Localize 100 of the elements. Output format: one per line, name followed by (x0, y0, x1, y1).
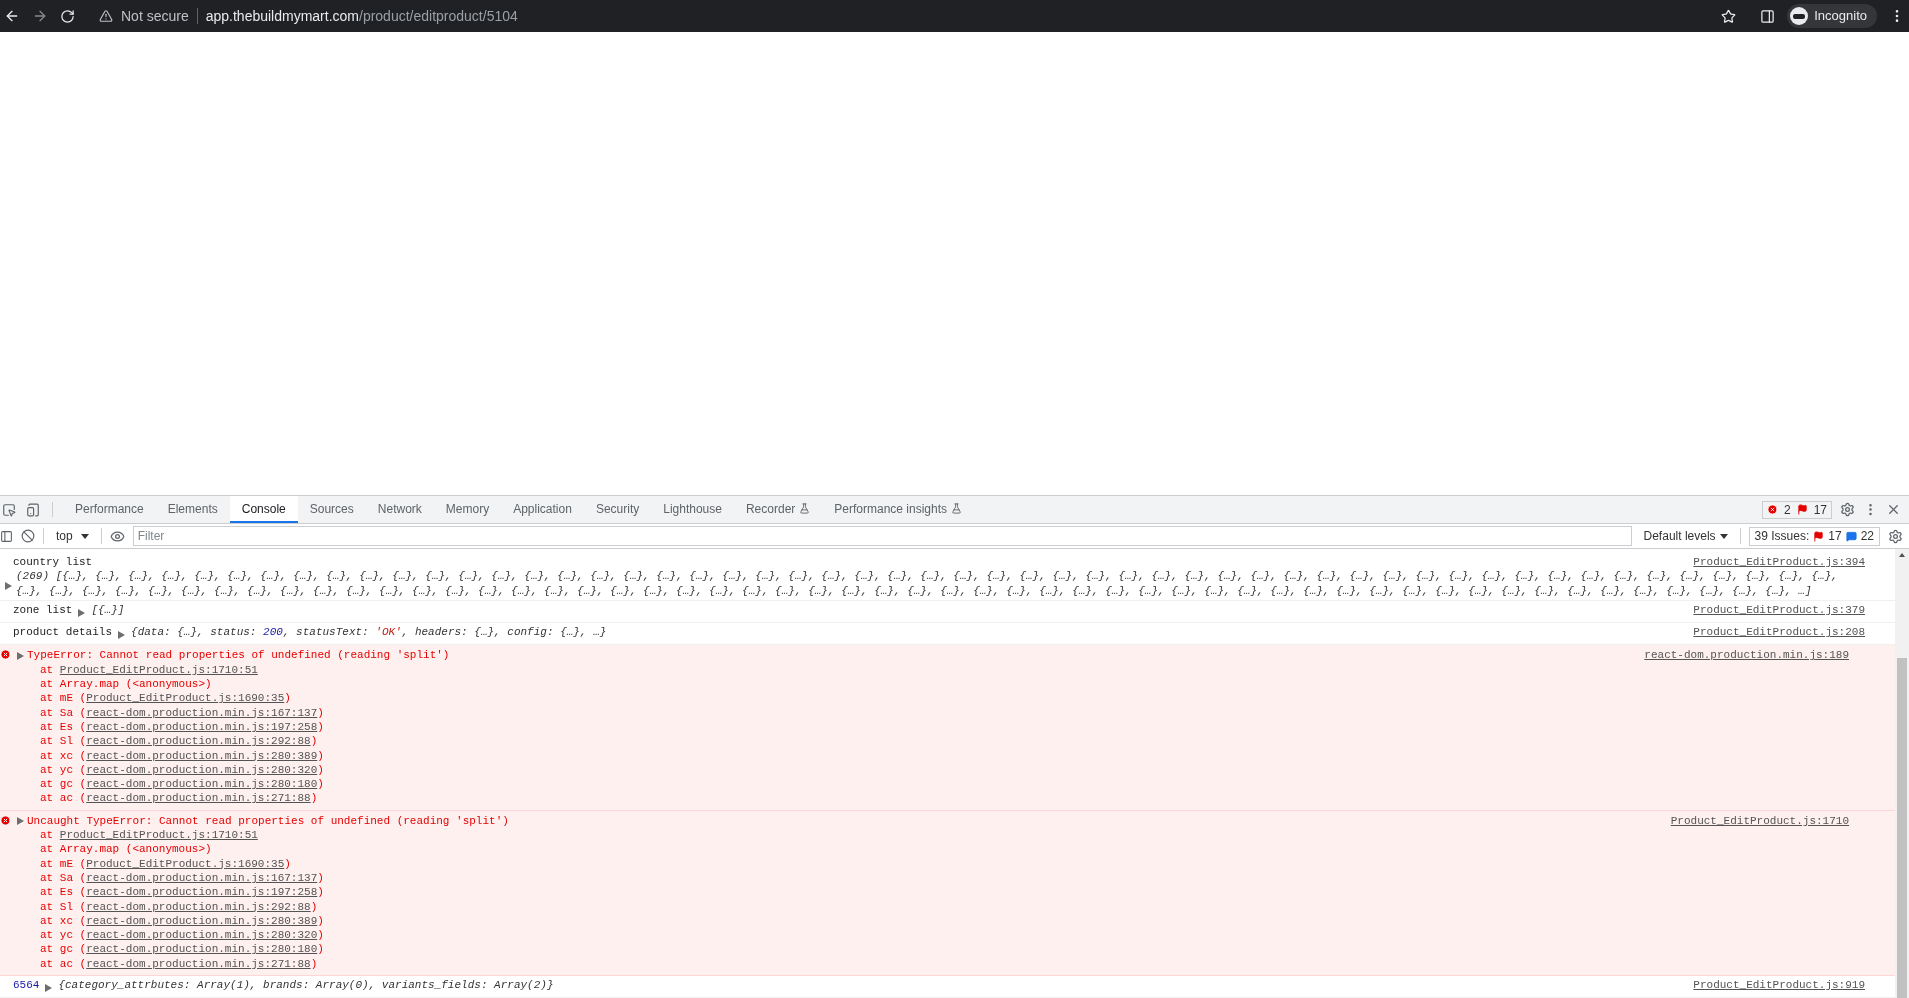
stack-link[interactable]: react-dom.production.min.js:280:180 (86, 778, 318, 791)
stack-frame: at Product_EditProduct.js:1710:51 (40, 662, 1629, 678)
settings-icon[interactable] (1840, 502, 1855, 517)
stack-frame: at Sl (react-dom.production.min.js:292:88) (40, 899, 1655, 914)
stack-frame: at Array.map (<anonymous>) (40, 677, 1629, 692)
devtools-tab[interactable]: Memory (433, 496, 502, 523)
source-link[interactable]: Product_EditProduct.js:379 (1693, 602, 1865, 618)
error-count: 2 (1783, 501, 1791, 519)
source-link[interactable]: Product_EditProduct.js:208 (1693, 625, 1865, 640)
filter-field[interactable]: Filter (132, 526, 1632, 546)
flask-icon (951, 503, 963, 514)
stack-link[interactable]: react-dom.production.min.js:292:88 (86, 900, 311, 913)
inspect-icon[interactable] (2, 502, 16, 517)
stack-link[interactable]: react-dom.production.min.js:292:88 (86, 735, 311, 748)
stack-link[interactable]: react-dom.production.min.js:271:88 (86, 792, 311, 805)
stack-frame: at gc (react-dom.production.min.js:280:180) (40, 942, 1655, 957)
error-icon (0, 814, 11, 826)
devtools-tab[interactable]: Console (229, 496, 298, 523)
devtools-tab[interactable]: Recorder (733, 496, 823, 523)
sidebar-toggle-icon[interactable] (0, 529, 13, 543)
source-link[interactable]: react-dom.production.min.js:189 (1644, 648, 1849, 663)
stack-frame: at ac (react-dom.production.min.js:271:88) (40, 956, 1655, 971)
object-preview[interactable]: (269) [{…}, {…}, {…}, {…}, {…}, {…}, {…}, {…}, {…}, {…}, {…}, {…}, {…}, {…}, {…}, {…}, {…}, {…}, {…}, {…}, {…}, {…}, {…}, {…}, {…}, {…}, {…}, {…}, {…}, {…}, {…}, {…}, {…}, {…}, {…}, {…}, {…}, {…}, {…}, {…}, {…}, {…}, {…}, {…}, {…}, {…}, {…}, {…}, {…}, {…}, {…}, {…}, {…}, {…}, {…}, {…}, {…}, {…}, {…}, {…}, {…}, {…}, {…}, {…}, {…}, {…}, {…}, {…}, {…}, {…}, {…}, {…}, {…}, {…}, {…}, {…}, {…}, {…}, {…}, {…}, {…}, {…}, {…}, {…}, {…}, {…}, {…}, {…}, {…}, {…}, {…}, {…}, {…}, {…}, {…}, {…}, {…}, {…}, {…}, {…}, {…}, {…}, {…}, {…}, {…}, {…}, {…}, {…}, …] (16, 569, 1865, 598)
stack-link[interactable]: react-dom.production.min.js:167:137 (86, 706, 318, 719)
device-toolbar-icon[interactable] (26, 502, 40, 517)
error-icon (0, 649, 11, 661)
object-preview[interactable]: {category_attrbutes: Array(1), brands: Array(0), variants_fields: Array(2)} (58, 978, 554, 993)
side-panel-icon[interactable] (1760, 8, 1776, 24)
log-label: zone list (13, 602, 73, 618)
flask-icon (799, 503, 811, 514)
context-select[interactable]: top (52, 527, 93, 545)
source-link[interactable]: Product_EditProduct.js:919 (1693, 978, 1865, 993)
dropdown-arrow-icon (80, 533, 89, 539)
stack-link[interactable]: Product_EditProduct.js:1710:51 (59, 663, 258, 676)
stack-frame: at yc (react-dom.production.min.js:280:320) (40, 928, 1655, 943)
stack-frame: at mE (Product_EditProduct.js:1690:35) (40, 691, 1629, 706)
stack-link[interactable]: Product_EditProduct.js:1690:35 (86, 692, 285, 705)
stack-link[interactable]: react-dom.production.min.js:280:389 (86, 749, 318, 762)
error-text: TypeError: Cannot read properties of undefined (reading 'split') (27, 648, 450, 663)
scrollbar[interactable] (1895, 549, 1909, 998)
expand-triangle-icon[interactable] (45, 984, 53, 993)
stack-frame: at Array.map (<anonymous>) (40, 842, 1655, 857)
stack-link[interactable]: react-dom.production.min.js:280:320 (86, 929, 318, 942)
expand-triangle-icon[interactable] (78, 609, 86, 617)
stack-link[interactable]: react-dom.production.min.js:280:180 (86, 943, 318, 956)
stack-link[interactable]: react-dom.production.min.js:197:258 (86, 720, 318, 733)
devtools-tab[interactable]: Network (365, 496, 434, 523)
warning-icon (99, 9, 113, 23)
reload-icon[interactable] (60, 8, 75, 24)
object-preview[interactable]: {data: {…}, status: 200, statusText: 'OK', headers: {…}, config: {…}, …} (131, 625, 607, 640)
bookmark-star-icon[interactable] (1721, 8, 1737, 24)
log-levels-dropdown[interactable]: Default levels (1639, 527, 1732, 545)
devtools-tab[interactable]: Application (501, 496, 584, 523)
devtools-tab[interactable]: Performance insights (822, 496, 975, 523)
message-icon (1845, 530, 1857, 542)
expand-triangle-icon[interactable] (118, 631, 126, 640)
error-text: Uncaught TypeError: Cannot read properties of undefined (reading 'split') (27, 813, 509, 829)
dropdown-arrow-icon (1719, 533, 1728, 539)
devtools-tab[interactable]: Sources (297, 496, 366, 523)
live-expression-eye-icon[interactable] (109, 528, 125, 544)
devtools-tab[interactable]: Performance (63, 496, 156, 523)
source-link[interactable]: Product_EditProduct.js:1710 (1670, 813, 1849, 829)
expand-triangle-icon[interactable] (17, 651, 24, 660)
log-label: country list (13, 555, 93, 570)
devtools-tab[interactable]: Elements (155, 496, 230, 523)
devtools-tab[interactable]: Security (583, 496, 652, 523)
stack-frame: at xc (react-dom.production.min.js:280:389) (40, 913, 1655, 929)
stack-frame: at Product_EditProduct.js:1710:51 (40, 828, 1655, 843)
devtools-tab[interactable]: Lighthouse (651, 496, 734, 523)
expand-triangle-icon[interactable] (17, 816, 24, 825)
stack-frame: at Es (react-dom.production.min.js:197:258) (40, 719, 1629, 735)
stack-link[interactable]: Product_EditProduct.js:1710:51 (59, 829, 258, 842)
stack-frame: at Es (react-dom.production.min.js:197:258) (40, 885, 1655, 900)
error-icon (1766, 504, 1778, 515)
stack-link[interactable]: Product_EditProduct.js:1690:35 (86, 857, 285, 870)
stack-frame: at Sa (react-dom.production.min.js:167:137) (40, 870, 1655, 886)
stack-link[interactable]: react-dom.production.min.js:280:389 (86, 914, 318, 927)
console-settings-icon[interactable] (1888, 528, 1903, 544)
issue-count: 17 (1813, 501, 1827, 519)
stack-frame: at Sa (react-dom.production.min.js:167:137) (40, 705, 1629, 720)
back-icon[interactable] (4, 8, 20, 24)
stack-link[interactable]: react-dom.production.min.js:271:88 (86, 957, 311, 970)
stack-link[interactable]: react-dom.production.min.js:197:258 (86, 886, 318, 899)
stack-link[interactable]: react-dom.production.min.js:280:320 (86, 763, 318, 776)
flag-icon (1796, 504, 1808, 515)
issues-button[interactable]: 39 Issues: 17 22 (1748, 526, 1880, 546)
stack-frame: at Sl (react-dom.production.min.js:292:88) (40, 734, 1629, 749)
message-counts[interactable]: 2 17 (1761, 500, 1832, 519)
expand-triangle-icon[interactable] (5, 582, 12, 591)
stack-frame: at ac (react-dom.production.min.js:271:88) (40, 791, 1629, 806)
close-icon[interactable] (1886, 502, 1901, 517)
object-preview[interactable]: [{…}] (91, 602, 125, 618)
source-link[interactable]: Product_EditProduct.js:394 (1693, 555, 1865, 570)
stack-link[interactable]: react-dom.production.min.js:167:137 (86, 871, 318, 884)
clear-icon[interactable] (21, 529, 35, 543)
stack-frame: at mE (Product_EditProduct.js:1690:35) (40, 856, 1655, 871)
forward-icon[interactable] (32, 8, 48, 24)
security-label[interactable]: Not secure (121, 5, 189, 27)
log-label: product details (13, 625, 113, 640)
profile-button[interactable]: Incognito (1787, 4, 1877, 28)
